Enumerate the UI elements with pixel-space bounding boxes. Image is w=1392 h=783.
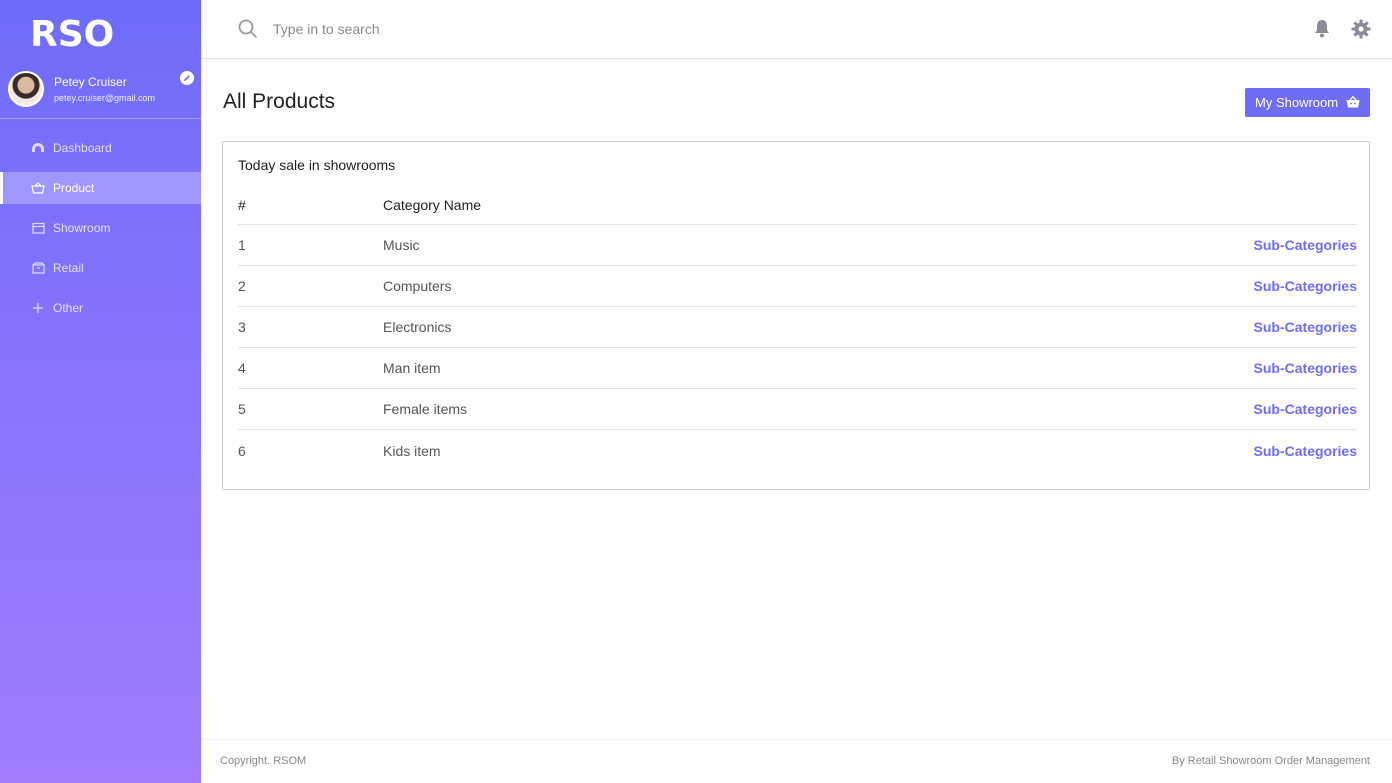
column-header-category: Category Name: [383, 197, 482, 213]
sidebar-item-showroom[interactable]: Showroom: [0, 208, 201, 248]
box-icon: [31, 261, 45, 275]
categories-table: # Category Name 1 Music Sub-Categories 2…: [238, 186, 1357, 471]
sub-categories-link[interactable]: Sub-Categories: [1157, 401, 1357, 417]
footer: Copyright. RSOM By Retail Showroom Order…: [201, 739, 1392, 783]
basket-icon: [1346, 95, 1360, 111]
page-title: All Products: [223, 90, 336, 113]
sidebar-item-label: Dashboard: [53, 141, 112, 155]
column-header-number: #: [238, 197, 246, 213]
sidebar-item-dashboard[interactable]: Dashboard: [0, 128, 201, 168]
sidebar-item-product[interactable]: Product: [0, 172, 201, 204]
sidebar-item-other[interactable]: Other: [0, 288, 201, 328]
footer-copyright: Copyright. RSOM: [220, 755, 307, 767]
category-name: Computers: [383, 278, 452, 294]
sidebar-item-label: Other: [53, 301, 84, 315]
bell-icon[interactable]: [1313, 19, 1331, 44]
row-number: 1: [238, 237, 246, 253]
sidebar-nav: Dashboard Product Showroom Retail Other: [0, 128, 201, 328]
categories-card: Today sale in showrooms # Category Name …: [222, 141, 1370, 490]
search-icon[interactable]: [238, 19, 258, 44]
table-row: 5 Female items Sub-Categories: [238, 389, 1357, 430]
top-bar: [201, 0, 1392, 59]
search-input[interactable]: [273, 17, 673, 41]
my-showroom-button[interactable]: My Showroom: [1245, 88, 1370, 117]
my-showroom-label: My Showroom: [1255, 95, 1339, 110]
category-name: Music: [383, 237, 420, 253]
table-row: 1 Music Sub-Categories: [238, 225, 1357, 266]
sidebar-item-label: Product: [53, 181, 95, 195]
edit-profile-icon[interactable]: [180, 71, 194, 85]
sub-categories-link[interactable]: Sub-Categories: [1157, 278, 1357, 294]
table-header: # Category Name: [238, 186, 1357, 225]
table-row: 6 Kids item Sub-Categories: [238, 430, 1357, 471]
row-number: 2: [238, 278, 246, 294]
sidebar-item-label: Showroom: [53, 221, 111, 235]
table-row: 4 Man item Sub-Categories: [238, 348, 1357, 389]
plus-icon: [31, 301, 45, 315]
gauge-icon: [31, 141, 45, 155]
category-name: Female items: [383, 401, 468, 417]
category-name: Kids item: [383, 442, 441, 459]
sub-categories-link[interactable]: Sub-Categories: [1157, 319, 1357, 335]
sub-categories-link[interactable]: Sub-Categories: [1157, 360, 1357, 376]
category-name: Electronics: [383, 319, 452, 335]
sub-categories-link[interactable]: Sub-Categories: [1157, 237, 1357, 253]
sub-categories-link[interactable]: Sub-Categories: [1157, 443, 1357, 459]
sidebar-divider: [0, 118, 201, 119]
user-email: petey.cruiser@gmail.com: [54, 93, 155, 103]
table-row: 2 Computers Sub-Categories: [238, 266, 1357, 307]
app-logo[interactable]: RSO: [30, 14, 114, 55]
sidebar-item-label: Retail: [53, 261, 84, 275]
store-icon: [31, 221, 45, 235]
gear-icon[interactable]: [1351, 19, 1371, 44]
row-number: 4: [238, 360, 246, 376]
avatar[interactable]: [8, 71, 44, 107]
footer-credit: By Retail Showroom Order Management: [1171, 755, 1370, 767]
sidebar: RSO Petey Cruiser petey.cruiser@gmail.co…: [0, 0, 201, 783]
category-name: Man item: [383, 360, 441, 376]
card-title: Today sale in showrooms: [238, 157, 396, 173]
user-profile: Petey Cruiser petey.cruiser@gmail.com: [8, 71, 198, 111]
row-number: 5: [238, 401, 246, 417]
user-name: Petey Cruiser: [54, 75, 127, 89]
basket-icon: [31, 181, 45, 195]
row-number: 6: [238, 442, 246, 459]
sidebar-item-retail[interactable]: Retail: [0, 248, 201, 288]
table-row: 3 Electronics Sub-Categories: [238, 307, 1357, 348]
row-number: 3: [238, 319, 246, 335]
